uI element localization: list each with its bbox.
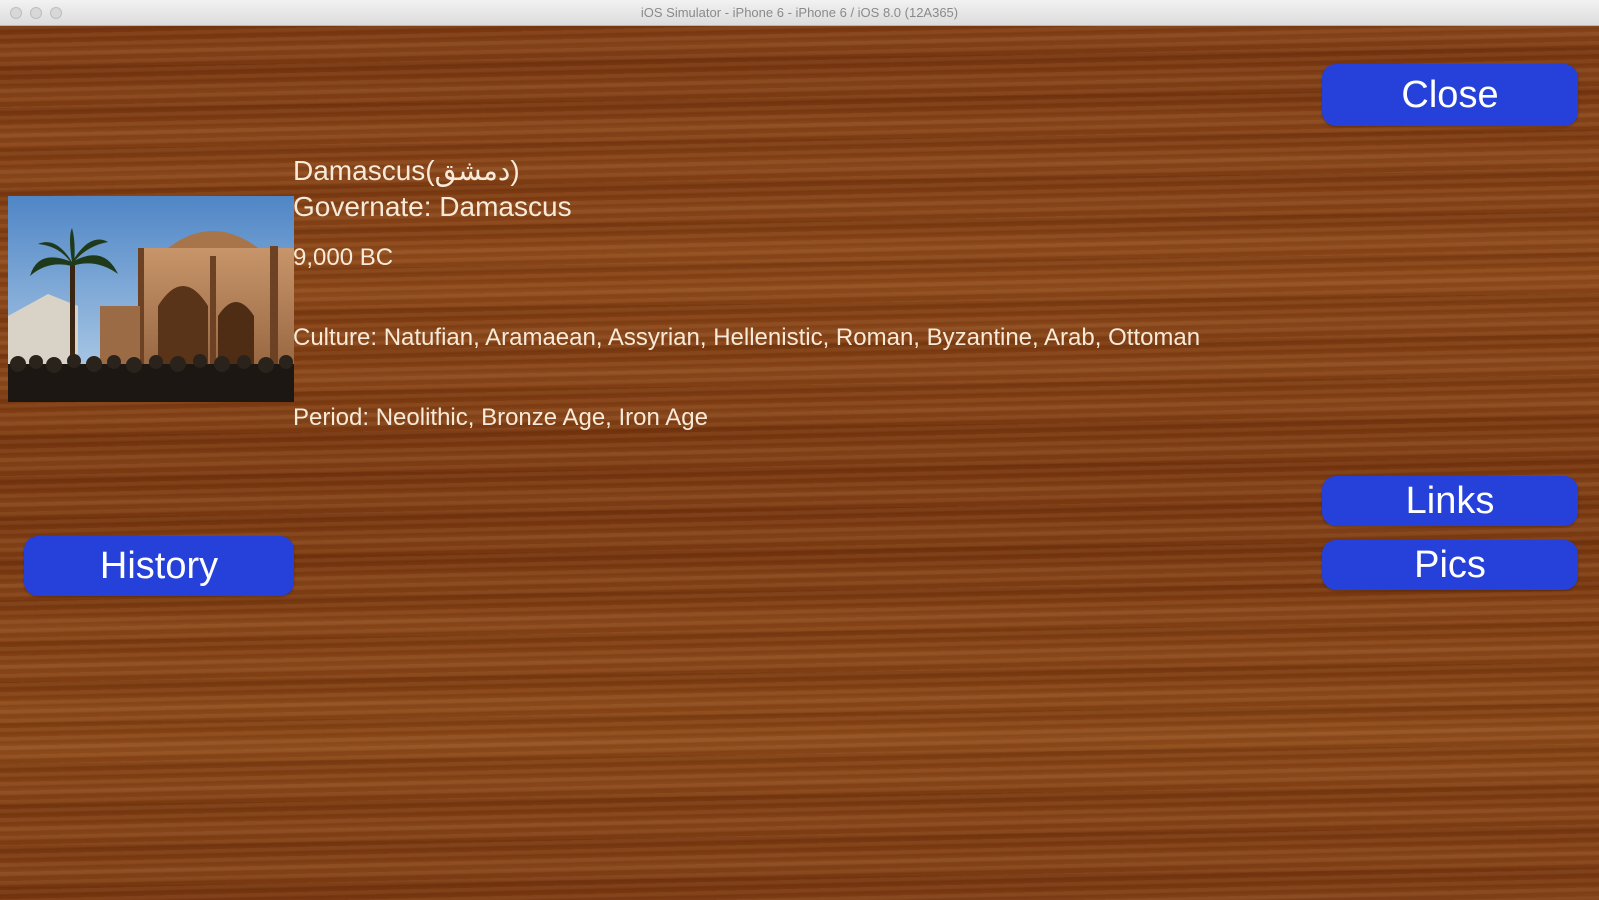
history-button[interactable]: History [24,536,294,596]
site-name: Damascus(دمشق) [293,155,520,186]
site-date: 9,000 BC [293,244,394,271]
site-governate: Governate: Damascus [293,191,572,222]
window-title: iOS Simulator - iPhone 6 - iPhone 6 / iO… [640,5,959,20]
links-button[interactable]: Links [1322,476,1578,526]
close-button[interactable]: Close [1322,64,1578,126]
site-photo-image [8,196,294,402]
window-titlebar: iOS Simulator - iPhone 6 - iPhone 6 / iO… [0,0,1599,26]
simulator-screen: Close Damascus(دمشق) Governate: Damascus [0,26,1599,900]
site-period: Period: Neolithic, Bronze Age, Iron Age [293,404,708,431]
site-culture: Culture: Natufian, Aramaean, Assyrian, H… [293,324,1201,351]
pics-button[interactable]: Pics [1322,540,1578,590]
site-photo [8,196,294,402]
